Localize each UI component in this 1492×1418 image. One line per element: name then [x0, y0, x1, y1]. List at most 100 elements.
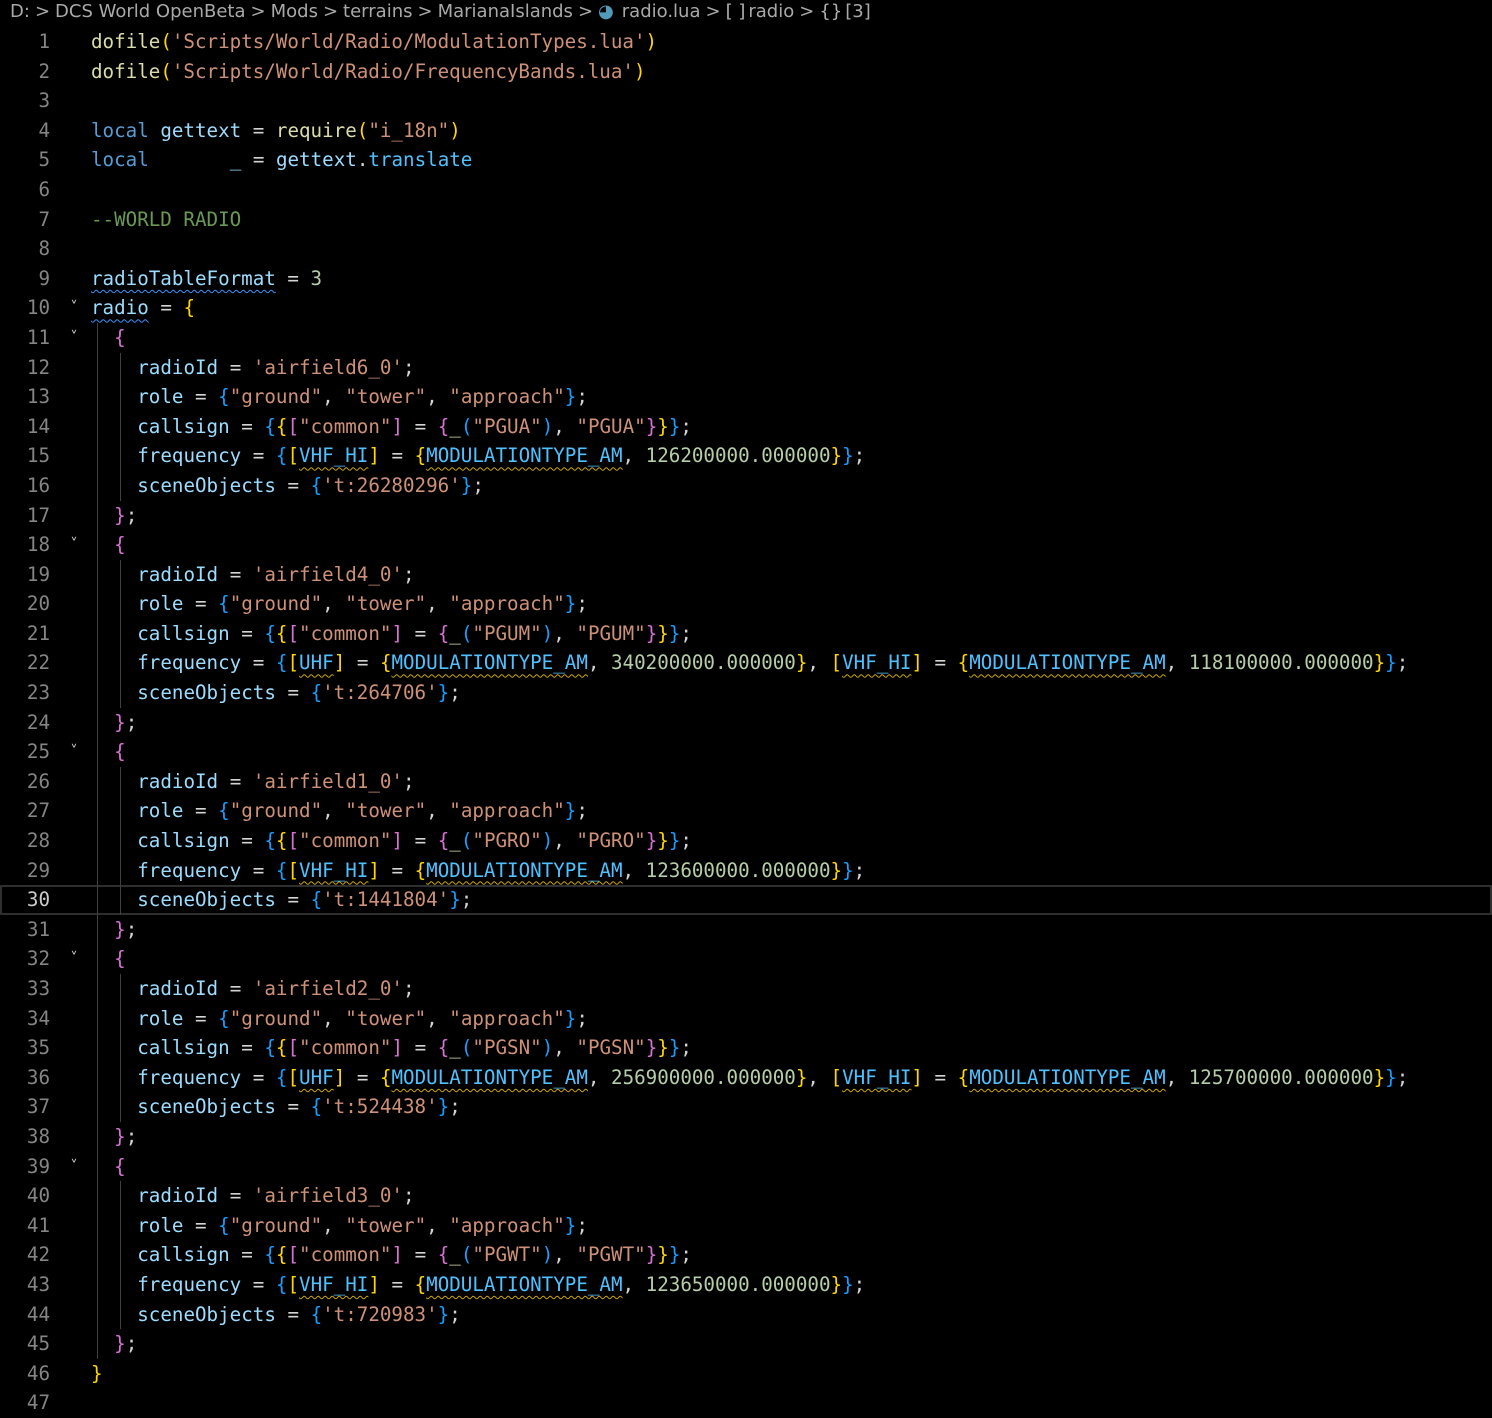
breadcrumb-item[interactable]: ◕ radio.lua	[598, 1, 700, 22]
breadcrumb-item[interactable]: terrains	[343, 1, 412, 22]
code-text[interactable]: role = {"ground", "tower", "approach"};	[91, 796, 588, 826]
code-line[interactable]: 33 radioId = 'airfield2_0';	[0, 974, 1492, 1004]
code-line[interactable]: 17 };	[0, 500, 1492, 531]
chevron-down-icon[interactable]: ˅	[64, 323, 84, 353]
code-text[interactable]: {	[91, 944, 126, 974]
code-line[interactable]: 14 callsign = {{["common"] = {_("PGUA"),…	[0, 411, 1492, 442]
chevron-down-icon[interactable]: ˅	[64, 1152, 84, 1182]
code-text[interactable]: };	[91, 1329, 137, 1359]
code-line[interactable]: 15 frequency = {[VHF_HI] = {MODULATIONTY…	[0, 441, 1492, 471]
code-text[interactable]: callsign = {{["common"] = {_("PGUM"), "P…	[91, 619, 692, 649]
breadcrumb-item[interactable]: D:	[10, 1, 30, 22]
code-text[interactable]: sceneObjects = {'t:26280296'};	[91, 471, 484, 501]
breadcrumb-item[interactable]: {} [3]	[819, 1, 870, 22]
code-line[interactable]: 28 callsign = {{["common"] = {_("PGRO"),…	[0, 826, 1492, 856]
code-line[interactable]: 38 };	[0, 1121, 1492, 1152]
code-text[interactable]: frequency = {[VHF_HI] = {MODULATIONTYPE_…	[91, 1270, 865, 1300]
breadcrumb-item[interactable]: Mods	[271, 1, 318, 22]
code-text[interactable]: radio = {	[91, 293, 195, 323]
code-line[interactable]: 13 role = {"ground", "tower", "approach"…	[0, 382, 1492, 412]
code-text[interactable]: --WORLD RADIO	[91, 205, 241, 235]
chevron-down-icon[interactable]: ˅	[64, 530, 84, 560]
code-line[interactable]: 3	[0, 86, 1492, 116]
code-text[interactable]: frequency = {[VHF_HI] = {MODULATIONTYPE_…	[91, 441, 865, 471]
code-text[interactable]: frequency = {[VHF_HI] = {MODULATIONTYPE_…	[91, 856, 865, 886]
code-line[interactable]: 18 ˅ {	[0, 530, 1492, 560]
chevron-down-icon[interactable]: ˅	[64, 293, 84, 323]
code-line[interactable]: 29 frequency = {[VHF_HI] = {MODULATIONTY…	[0, 855, 1492, 886]
code-line[interactable]: 21 callsign = {{["common"] = {_("PGUM"),…	[0, 618, 1492, 649]
code-text[interactable]: local _ = gettext.translate	[91, 145, 472, 175]
code-text[interactable]: role = {"ground", "tower", "approach"};	[91, 1004, 588, 1034]
code-line[interactable]: 27 role = {"ground", "tower", "approach"…	[0, 796, 1492, 827]
code-line[interactable]: 23 sceneObjects = {'t:264706'};	[0, 678, 1492, 708]
code-line[interactable]: 10 ˅ radio = {	[0, 293, 1492, 323]
code-text[interactable]: {	[91, 323, 126, 353]
code-line[interactable]: 36 frequency = {[UHF] = {MODULATIONTYPE_…	[0, 1062, 1492, 1093]
code-line[interactable]: 11 ˅ {	[0, 322, 1492, 353]
code-text[interactable]: {	[91, 1152, 126, 1182]
code-text[interactable]: {	[91, 737, 126, 767]
code-text[interactable]: role = {"ground", "tower", "approach"};	[91, 1211, 588, 1241]
code-line[interactable]: 6	[0, 175, 1492, 205]
code-text[interactable]: }	[91, 1359, 103, 1389]
code-line[interactable]: 42 callsign = {{["common"] = {_("PGWT"),…	[0, 1240, 1492, 1270]
code-line[interactable]: 9 radioTableFormat = 3	[0, 264, 1492, 294]
code-text[interactable]: role = {"ground", "tower", "approach"};	[91, 382, 588, 412]
code-line[interactable]: 24 };	[0, 707, 1492, 738]
code-line[interactable]: 41 role = {"ground", "tower", "approach"…	[0, 1210, 1492, 1241]
code-line[interactable]: 44 sceneObjects = {'t:720983'};	[0, 1299, 1492, 1330]
code-text[interactable]: radioId = 'airfield1_0';	[91, 767, 414, 797]
code-line[interactable]: 7 --WORLD RADIO	[0, 205, 1492, 235]
code-text[interactable]: radioId = 'airfield6_0';	[91, 353, 414, 383]
code-line[interactable]: 34 role = {"ground", "tower", "approach"…	[0, 1003, 1492, 1034]
code-line[interactable]: 8	[0, 234, 1492, 264]
code-text[interactable]: };	[91, 501, 137, 531]
code-text[interactable]: callsign = {{["common"] = {_("PGWT"), "P…	[91, 1240, 692, 1270]
code-text[interactable]: sceneObjects = {'t:1441804'};	[91, 885, 472, 915]
code-line[interactable]: 47	[0, 1388, 1492, 1418]
code-text[interactable]: sceneObjects = {'t:524438'};	[91, 1092, 461, 1122]
breadcrumb-item[interactable]: MarianaIslands	[438, 1, 573, 22]
code-line[interactable]: 19 radioId = 'airfield4_0';	[0, 559, 1492, 590]
code-line[interactable]: 5 local _ = gettext.translate	[0, 145, 1492, 175]
code-text[interactable]: };	[91, 915, 137, 945]
code-line[interactable]: 4 local gettext = require("i_18n")	[0, 116, 1492, 146]
code-text[interactable]: frequency = {[UHF] = {MODULATIONTYPE_AM,…	[91, 1063, 1408, 1093]
code-line[interactable]: 35 callsign = {{["common"] = {_("PGSN"),…	[0, 1033, 1492, 1063]
code-line[interactable]: 43 frequency = {[VHF_HI] = {MODULATIONTY…	[0, 1269, 1492, 1300]
code-text[interactable]: callsign = {{["common"] = {_("PGRO"), "P…	[91, 826, 692, 856]
code-line[interactable]: 37 sceneObjects = {'t:524438'};	[0, 1092, 1492, 1122]
code-text[interactable]: role = {"ground", "tower", "approach"};	[91, 589, 588, 619]
code-text[interactable]: sceneObjects = {'t:264706'};	[91, 678, 461, 708]
code-line[interactable]: 32 ˅ {	[0, 944, 1492, 974]
code-line[interactable]: 22 frequency = {[UHF] = {MODULATIONTYPE_…	[0, 648, 1492, 679]
code-line[interactable]: 39 ˅ {	[0, 1151, 1492, 1182]
code-text[interactable]: sceneObjects = {'t:720983'};	[91, 1300, 461, 1330]
code-text[interactable]: frequency = {[UHF] = {MODULATIONTYPE_AM,…	[91, 648, 1408, 678]
code-text[interactable]: };	[91, 1122, 137, 1152]
code-text[interactable]: dofile('Scripts/World/Radio/ModulationTy…	[91, 27, 657, 57]
code-line[interactable]: 25 ˅ {	[0, 737, 1492, 767]
code-text[interactable]: radioId = 'airfield2_0';	[91, 974, 414, 1004]
code-text[interactable]: callsign = {{["common"] = {_("PGSN"), "P…	[91, 1033, 692, 1063]
code-line[interactable]: 12 radioId = 'airfield6_0';	[0, 352, 1492, 383]
code-line[interactable]: 46}	[0, 1359, 1492, 1389]
breadcrumb-item[interactable]: [ ] radio	[726, 1, 795, 22]
code-text[interactable]: callsign = {{["common"] = {_("PGUA"), "P…	[91, 412, 692, 442]
breadcrumb-item[interactable]: DCS World OpenBeta	[55, 1, 245, 22]
code-line[interactable]: 40 radioId = 'airfield3_0';	[0, 1181, 1492, 1211]
code-line[interactable]: 30 sceneObjects = {'t:1441804'};	[0, 885, 1492, 915]
code-line[interactable]: 1 dofile('Scripts/World/Radio/ModulationT…	[0, 27, 1492, 57]
chevron-down-icon[interactable]: ˅	[64, 944, 84, 974]
code-text[interactable]: {	[91, 530, 126, 560]
code-text[interactable]: };	[91, 708, 137, 738]
code-text[interactable]: radioId = 'airfield4_0';	[91, 560, 414, 590]
code-text[interactable]: local gettext = require("i_18n")	[91, 116, 461, 146]
code-line[interactable]: 2 dofile('Scripts/World/Radio/FrequencyBa…	[0, 57, 1492, 87]
code-line[interactable]: 26 radioId = 'airfield1_0';	[0, 766, 1492, 797]
code-line[interactable]: 31 };	[0, 914, 1492, 945]
code-line[interactable]: 20 role = {"ground", "tower", "approach"…	[0, 589, 1492, 619]
code-text[interactable]: radioTableFormat = 3	[91, 264, 322, 294]
code-text[interactable]: dofile('Scripts/World/Radio/FrequencyBan…	[91, 57, 646, 87]
